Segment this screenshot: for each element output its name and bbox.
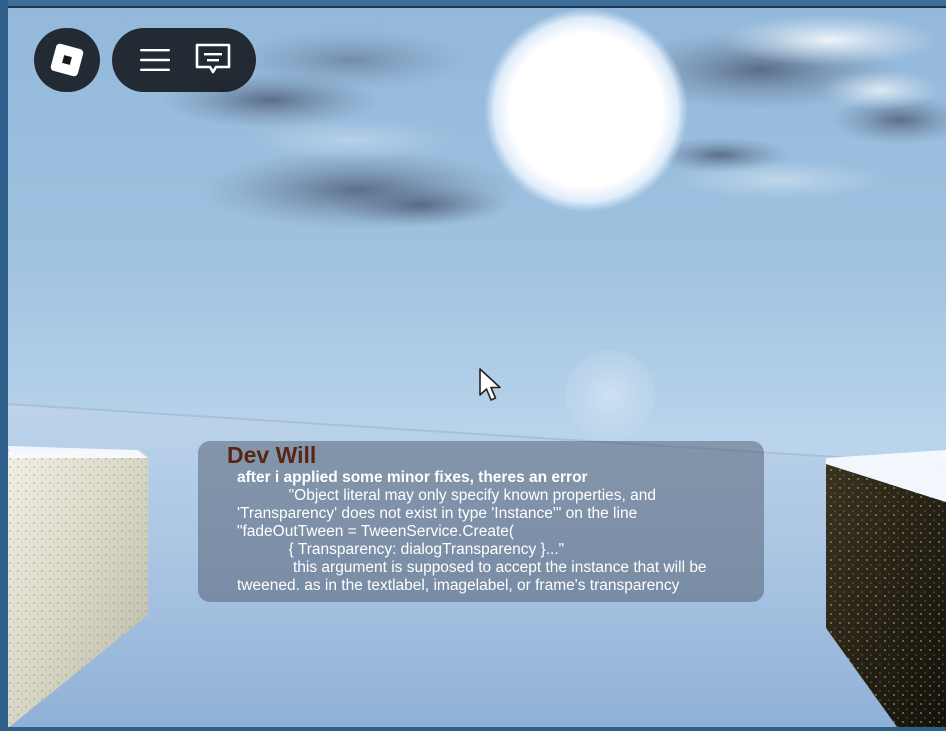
roblox-logo-icon: [47, 40, 87, 80]
game-viewport[interactable]: Dev Will after i applied some minor fixe…: [0, 0, 946, 731]
mouse-pointer-icon: [478, 367, 504, 408]
dialog-line: 'Transparency' does not exist in type 'I…: [237, 505, 638, 522]
dialog-speaker-name: Dev Will: [227, 442, 317, 468]
top-menu-group: [112, 28, 256, 92]
window-left-edge: [0, 0, 8, 731]
window-bottom-edge: [0, 727, 946, 731]
dialog-line: after i applied some minor fixes, theres…: [237, 469, 588, 486]
dialog-line: this argument is supposed to accept the …: [237, 559, 707, 576]
dialog-line: "Object literal may only specify known p…: [237, 487, 657, 504]
game-scene: [0, 0, 946, 731]
dialog-line: { Transparency: dialogTransparency }...": [237, 541, 565, 558]
dialog-line: tweened. as in the textlabel, imagelabel…: [237, 577, 680, 594]
dialog-box: Dev Will after i applied some minor fixe…: [198, 441, 764, 602]
roblox-menu-button[interactable]: [34, 28, 100, 92]
window-top-edge: [0, 0, 946, 8]
hamburger-menu-icon[interactable]: [135, 40, 175, 80]
dialog-text: after i applied some minor fixes, theres…: [237, 469, 762, 595]
dialog-line: "fadeOutTween = TweenService.Create(: [237, 523, 515, 540]
chat-bubble-icon[interactable]: [193, 40, 233, 80]
